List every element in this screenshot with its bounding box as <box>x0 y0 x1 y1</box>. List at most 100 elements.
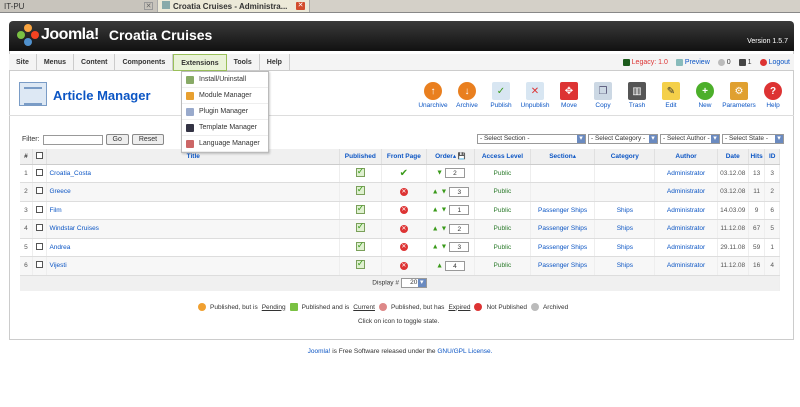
author-link[interactable]: Administrator <box>654 182 718 202</box>
published-icon[interactable] <box>355 240 365 251</box>
frontpage-no-icon[interactable]: ✕ <box>399 206 408 215</box>
category-link[interactable]: Ships <box>594 201 656 220</box>
frontpage-cell[interactable]: ✕ <box>381 238 428 257</box>
col-order[interactable]: Order▴ 💾 <box>426 149 475 165</box>
go-button[interactable]: Go <box>105 134 129 145</box>
menu-content[interactable]: Content <box>74 53 116 71</box>
row-checkbox[interactable] <box>36 261 44 269</box>
col-category[interactable]: Category <box>594 149 656 165</box>
col-published[interactable]: Published <box>339 149 382 165</box>
category-link[interactable]: Ships <box>594 219 656 239</box>
frontpage-cell[interactable]: ✕ <box>381 256 428 276</box>
menu-help[interactable]: Help <box>260 53 290 71</box>
author-link[interactable]: Administrator <box>654 238 718 257</box>
row-checkbox[interactable] <box>36 187 44 195</box>
article-title-link[interactable]: Film <box>46 201 341 220</box>
author-link[interactable]: Administrator <box>654 256 718 276</box>
parameters-button[interactable]: ⚙ Parameters <box>722 82 756 109</box>
trash-button[interactable]: ▥ Trash <box>620 82 654 109</box>
section-select[interactable]: - Select Section - <box>477 134 586 144</box>
joomla-link[interactable]: Joomla! <box>308 348 331 355</box>
section-link[interactable]: Passenger Ships <box>530 219 596 239</box>
menu-components[interactable]: Components <box>115 53 174 71</box>
browser-tab-itpu[interactable]: IT-PU ✕ <box>0 0 158 12</box>
row-checkbox[interactable] <box>36 224 44 232</box>
row-checkbox[interactable] <box>36 242 44 250</box>
row-select[interactable] <box>32 164 48 183</box>
display-select[interactable]: 20 <box>400 278 427 289</box>
legacy-status[interactable]: Legacy: 1.0 <box>622 59 668 66</box>
access-level-link[interactable]: Public <box>474 219 531 239</box>
category-select[interactable]: - Select Category - <box>588 134 658 144</box>
order-down-icon[interactable]: ▼ <box>436 170 443 177</box>
menu-tools[interactable]: Tools <box>227 53 260 71</box>
frontpage-no-icon[interactable]: ✕ <box>399 261 408 270</box>
order-input[interactable]: 2 <box>444 168 465 179</box>
frontpage-cell[interactable]: ✕ <box>381 201 428 220</box>
section-link[interactable]: Passenger Ships <box>530 201 596 220</box>
access-level-link[interactable]: Public <box>474 201 531 220</box>
frontpage-no-icon[interactable]: ✕ <box>399 187 408 196</box>
row-select[interactable] <box>32 219 48 239</box>
order-input[interactable]: 1 <box>449 205 470 216</box>
frontpage-cell[interactable]: ✕ <box>381 182 428 202</box>
article-title-link[interactable]: Andrea <box>46 238 341 257</box>
order-input[interactable]: 2 <box>449 223 470 234</box>
author-select[interactable]: - Select Author - <box>660 134 720 144</box>
frontpage-yes-icon[interactable]: ✔ <box>400 168 408 179</box>
published-icon[interactable] <box>355 221 365 233</box>
order-input[interactable]: 3 <box>449 186 470 197</box>
article-title-link[interactable]: Windstar Cruises <box>46 219 341 239</box>
row-select[interactable] <box>32 238 48 257</box>
category-link[interactable] <box>594 164 656 183</box>
order-input[interactable]: 4 <box>444 260 465 271</box>
article-title-link[interactable]: Greece <box>46 182 341 202</box>
menu-extensions[interactable]: Extensions <box>173 53 227 71</box>
help-button[interactable]: ? Help <box>756 82 790 109</box>
published-cell[interactable] <box>339 256 382 276</box>
row-checkbox[interactable] <box>36 205 44 213</box>
messages-link[interactable]: 0 <box>717 59 731 66</box>
col-hits[interactable]: Hits <box>748 149 766 165</box>
order-up-icon[interactable]: ▲ <box>432 244 439 251</box>
dropdown-install-uninstall[interactable]: Install/Uninstall <box>182 72 268 88</box>
select-all-checkbox[interactable] <box>36 151 44 159</box>
category-link[interactable]: Ships <box>594 256 656 276</box>
close-icon[interactable]: ✕ <box>144 2 153 10</box>
row-select[interactable] <box>32 182 48 202</box>
col-section[interactable]: Section▴ <box>530 149 596 165</box>
order-up-icon[interactable]: ▲ <box>432 188 439 195</box>
col-frontpage[interactable]: Front Page <box>381 149 428 165</box>
article-title-link[interactable]: Croatia_Costa <box>46 164 341 183</box>
menu-menus[interactable]: Menus <box>37 53 75 71</box>
published-icon[interactable] <box>355 166 365 177</box>
access-level-link[interactable]: Public <box>474 164 531 183</box>
preview-link[interactable]: Preview <box>675 59 710 66</box>
order-up-icon[interactable]: ▲ <box>432 207 439 214</box>
publish-button[interactable]: ✓ Publish <box>484 82 518 109</box>
col-access[interactable]: Access Level <box>474 149 531 165</box>
col-select-all[interactable] <box>32 149 48 165</box>
section-link[interactable]: Passenger Ships <box>530 238 596 257</box>
author-link[interactable]: Administrator <box>654 164 718 183</box>
menu-site[interactable]: Site <box>9 53 37 71</box>
copy-button[interactable]: ❐ Copy <box>586 82 620 109</box>
dropdown-template-manager[interactable]: Template Manager <box>182 120 268 136</box>
order-up-icon[interactable]: ▲ <box>436 262 443 269</box>
archive-button[interactable]: ↓ Archive <box>450 82 484 109</box>
published-icon[interactable] <box>355 258 365 270</box>
access-level-link[interactable]: Public <box>474 182 531 202</box>
published-cell[interactable] <box>339 238 382 257</box>
author-link[interactable]: Administrator <box>654 201 718 220</box>
row-select[interactable] <box>32 201 48 220</box>
dropdown-language-manager[interactable]: Language Manager <box>182 136 268 152</box>
access-level-link[interactable]: Public <box>474 256 531 276</box>
order-down-icon[interactable]: ▼ <box>441 244 448 251</box>
edit-button[interactable]: ✎ Edit <box>654 82 688 109</box>
col-id[interactable]: ID <box>764 149 780 165</box>
order-down-icon[interactable]: ▼ <box>441 207 448 214</box>
category-link[interactable] <box>594 182 656 202</box>
section-link[interactable] <box>530 182 596 202</box>
published-icon[interactable] <box>355 184 365 196</box>
close-icon[interactable]: ✕ <box>296 2 305 10</box>
